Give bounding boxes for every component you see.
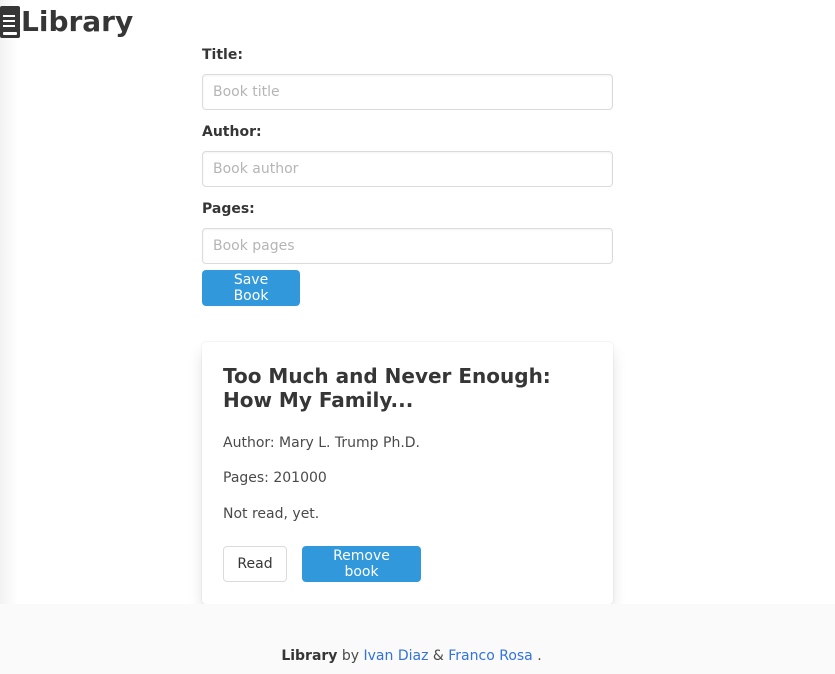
book-icon	[0, 6, 20, 38]
title-input[interactable]	[202, 74, 613, 110]
footer-brand: Library	[281, 648, 338, 664]
author-label: Author:	[202, 124, 262, 140]
pages-label: Pages:	[202, 201, 255, 217]
pages-input[interactable]	[202, 228, 613, 264]
remove-book-button[interactable]: Remove book	[302, 546, 421, 582]
footer-ampersand: &	[432, 648, 444, 664]
title-label: Title:	[202, 47, 243, 63]
footer-by: by	[341, 648, 360, 664]
left-edge-shade	[0, 0, 18, 604]
author-input[interactable]	[202, 151, 613, 187]
book-read-status: Not read, yet.	[223, 506, 320, 522]
footer-period: .	[537, 648, 542, 664]
book-author: Author: Mary L. Trump Ph.D.	[223, 435, 420, 451]
footer-credits: Library by Ivan Diaz & Franco Rosa .	[0, 648, 823, 664]
book-pages: Pages: 201000	[223, 470, 327, 486]
book-card: Too Much and Never Enough: How My Family…	[202, 342, 613, 604]
save-book-button[interactable]: Save Book	[202, 270, 300, 306]
footer: Library by Ivan Diaz & Franco Rosa .	[0, 604, 835, 674]
read-toggle-button[interactable]: Read	[223, 546, 287, 582]
app-title: Library	[21, 5, 134, 38]
author-link-ivan-diaz[interactable]: Ivan Diaz	[364, 648, 429, 664]
author-link-franco-rosa[interactable]: Franco Rosa	[448, 648, 533, 664]
app-header: Library	[0, 4, 133, 40]
add-book-form: Title: Author: Pages:	[202, 45, 613, 276]
book-title: Too Much and Never Enough: How My Family…	[223, 364, 551, 412]
